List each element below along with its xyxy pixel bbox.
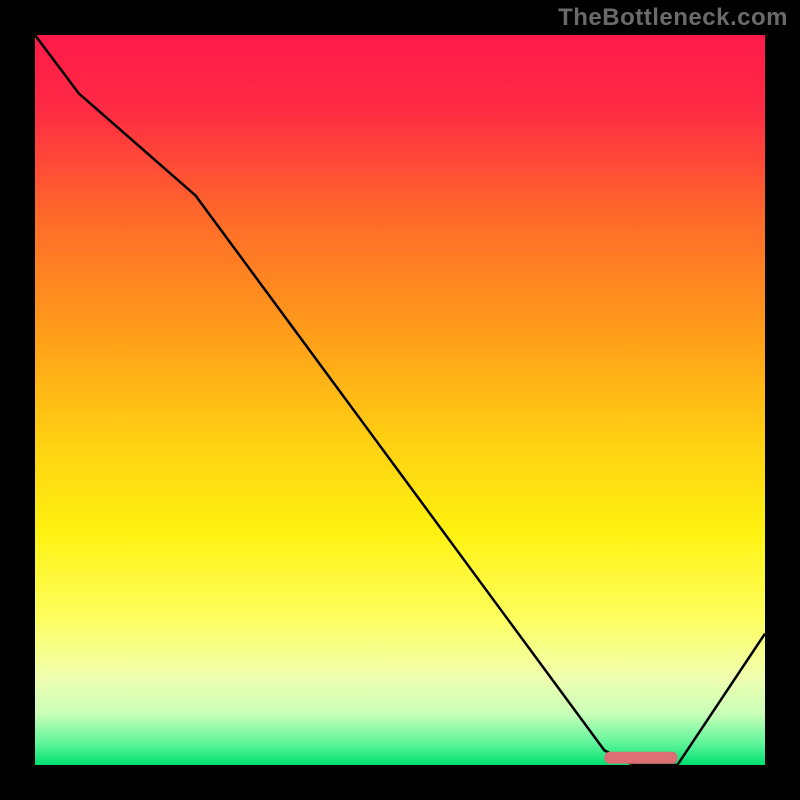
watermark-text: TheBottleneck.com [558, 4, 788, 32]
optimal-zone-marker [604, 752, 677, 764]
bottleneck-chart [35, 35, 765, 765]
chart-container: TheBottleneck.com [0, 0, 800, 800]
gradient-field [35, 35, 765, 765]
